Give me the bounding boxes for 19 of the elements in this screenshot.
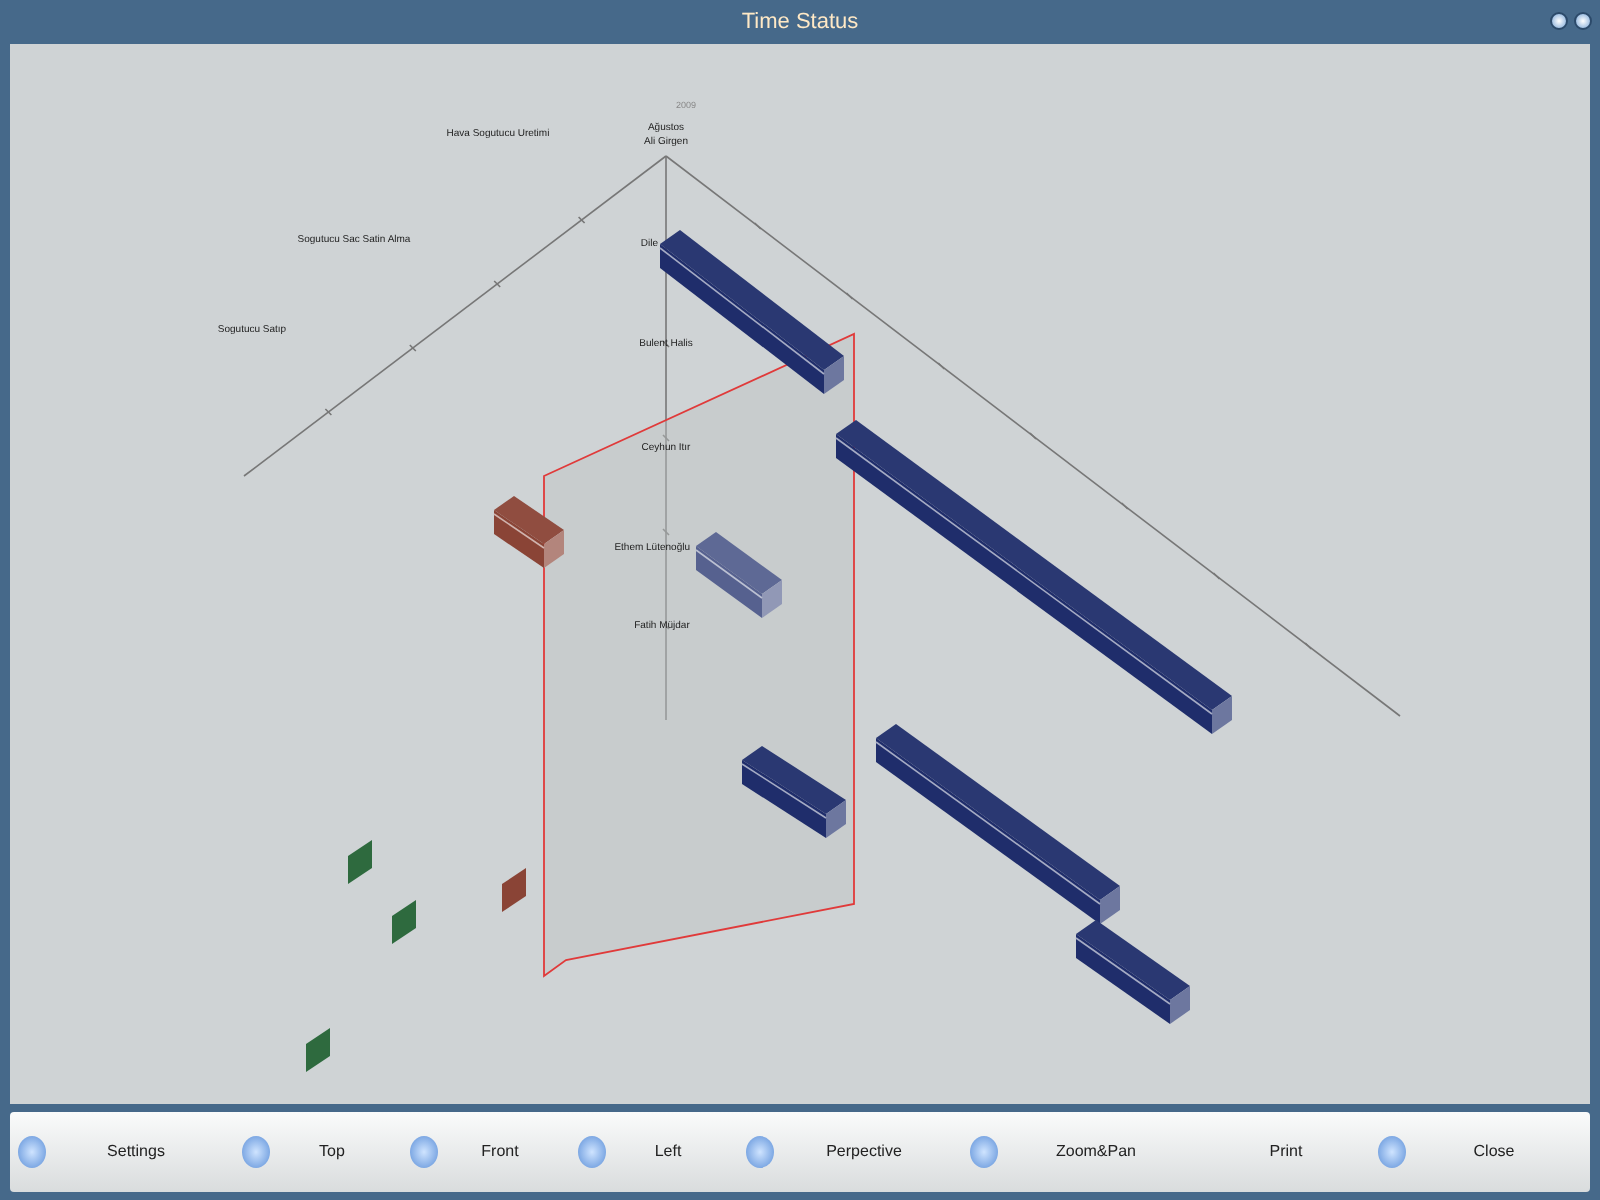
task-block[interactable]	[306, 1028, 330, 1072]
settings-button[interactable]: Settings	[10, 1112, 234, 1192]
task-block[interactable]	[502, 868, 526, 912]
task-bar[interactable]	[875, 724, 1120, 924]
task-block[interactable]	[348, 840, 372, 884]
task-bar[interactable]	[1075, 920, 1190, 1024]
window-title: Time Status	[741, 7, 859, 38]
task-bar[interactable]	[741, 746, 846, 838]
task-bar[interactable]	[493, 496, 564, 568]
close-button[interactable]: Close	[1370, 1112, 1590, 1192]
task-bar[interactable]	[695, 532, 782, 618]
perspective-button[interactable]: Perpective	[738, 1112, 962, 1192]
front-view-button[interactable]: Front	[402, 1112, 570, 1192]
task-block[interactable]	[392, 900, 416, 944]
task-bar[interactable]	[835, 420, 1232, 734]
print-button[interactable]: Print	[1202, 1112, 1370, 1192]
zoom-button[interactable]: Zoom&Pan	[962, 1112, 1202, 1192]
left-view-button[interactable]: Left	[570, 1112, 738, 1192]
top-view-button[interactable]: Top	[234, 1112, 402, 1192]
